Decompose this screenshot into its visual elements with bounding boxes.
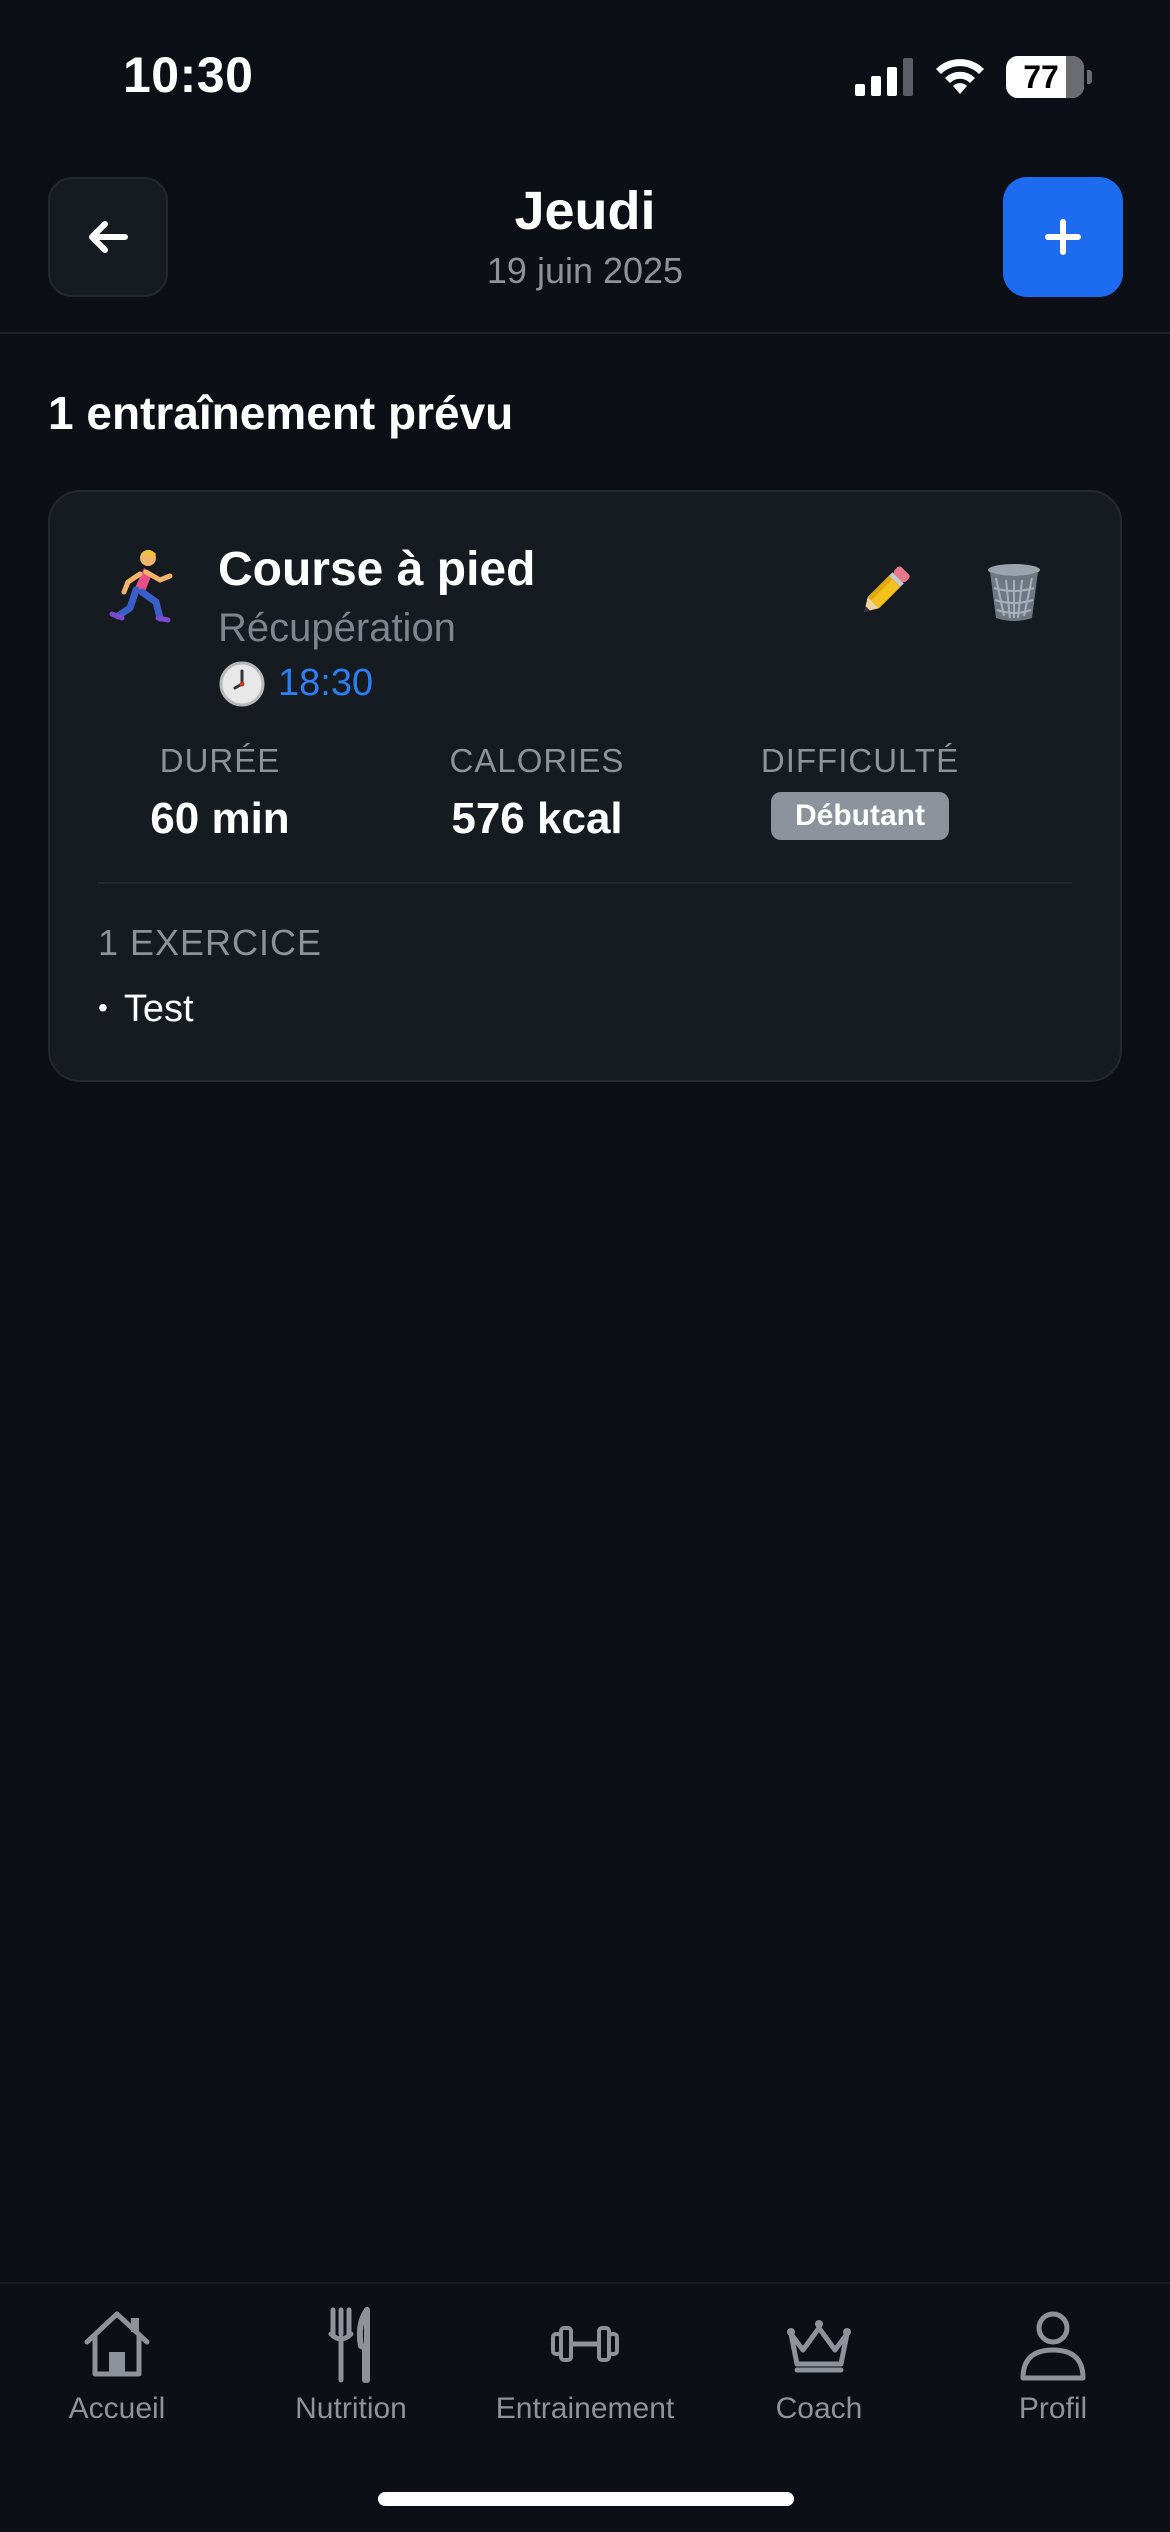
home-icon [84,2311,150,2377]
stat-value: 60 min [150,794,290,843]
tab-label: Profil [1018,2392,1088,2425]
battery-icon: 77 [1006,56,1092,98]
fork-knife-icon [328,2307,370,2383]
workout-time: 18:30 [278,662,374,704]
home-indicator [378,2492,794,2506]
tab-label: Accueil [68,2392,166,2425]
tab-label: Entrainement [495,2392,675,2425]
tab-profil[interactable]: Profil [936,2304,1170,2426]
workout-name: Course à pied [218,543,536,596]
pencil-icon [864,566,910,612]
runner-icon [109,550,173,623]
stat-duration: DURÉE 60 min [70,742,370,844]
battery-level: 77 [1023,59,1059,95]
stat-difficulty: DIFFICULTÉ Débutant [710,742,1010,840]
stat-label: CALORIES [449,742,625,779]
tab-entrainement[interactable]: Entrainement [468,2304,702,2426]
delete-button[interactable] [974,552,1054,632]
workout-type: Récupération [218,606,456,650]
page-subtitle-date: 19 juin 2025 [486,250,684,291]
header: Jeudi 19 juin 2025 [0,150,1170,334]
exercise-name: Test [123,988,194,1030]
difficulty-badge: Débutant [771,792,949,840]
wifi-icon [936,59,984,94]
profile-icon [1020,2311,1086,2381]
dumbbell-icon [551,2326,619,2362]
edit-button[interactable] [844,552,924,632]
section-title: 1 entraînement prévu [48,387,514,439]
divider [98,882,1072,884]
exercise-count: 1 EXERCICE [98,922,323,963]
status-time: 10:30 [123,47,254,103]
tab-nutrition[interactable]: Nutrition [234,2304,468,2426]
workout-card[interactable]: Course à pied Récupération 18:30 DURÉE 6… [48,490,1122,1082]
plus-icon [1045,219,1081,255]
tab-label: Coach [775,2392,863,2425]
clock-icon [219,661,265,707]
crown-icon [787,2320,851,2373]
tab-coach[interactable]: Coach [702,2304,936,2426]
stat-calories: CALORIES 576 kcal [387,742,687,844]
exercise-list-item: • Test [98,988,194,1031]
stat-label: DURÉE [159,742,281,779]
screen: 10:30 77 Jeudi 19 juin 2025 1 entraîneme… [0,0,1170,2532]
tab-accueil[interactable]: Accueil [0,2304,234,2426]
page-title: Jeudi [514,181,656,241]
tab-label: Nutrition [295,2392,407,2425]
add-workout-button[interactable] [1003,177,1123,297]
bullet-icon: • [98,992,108,1023]
status-bar: 10:30 77 [0,0,1170,150]
trash-icon [988,564,1040,621]
cellular-signal-icon [855,58,913,96]
stat-value: 576 kcal [451,794,623,843]
stat-label: DIFFICULTÉ [760,742,960,779]
